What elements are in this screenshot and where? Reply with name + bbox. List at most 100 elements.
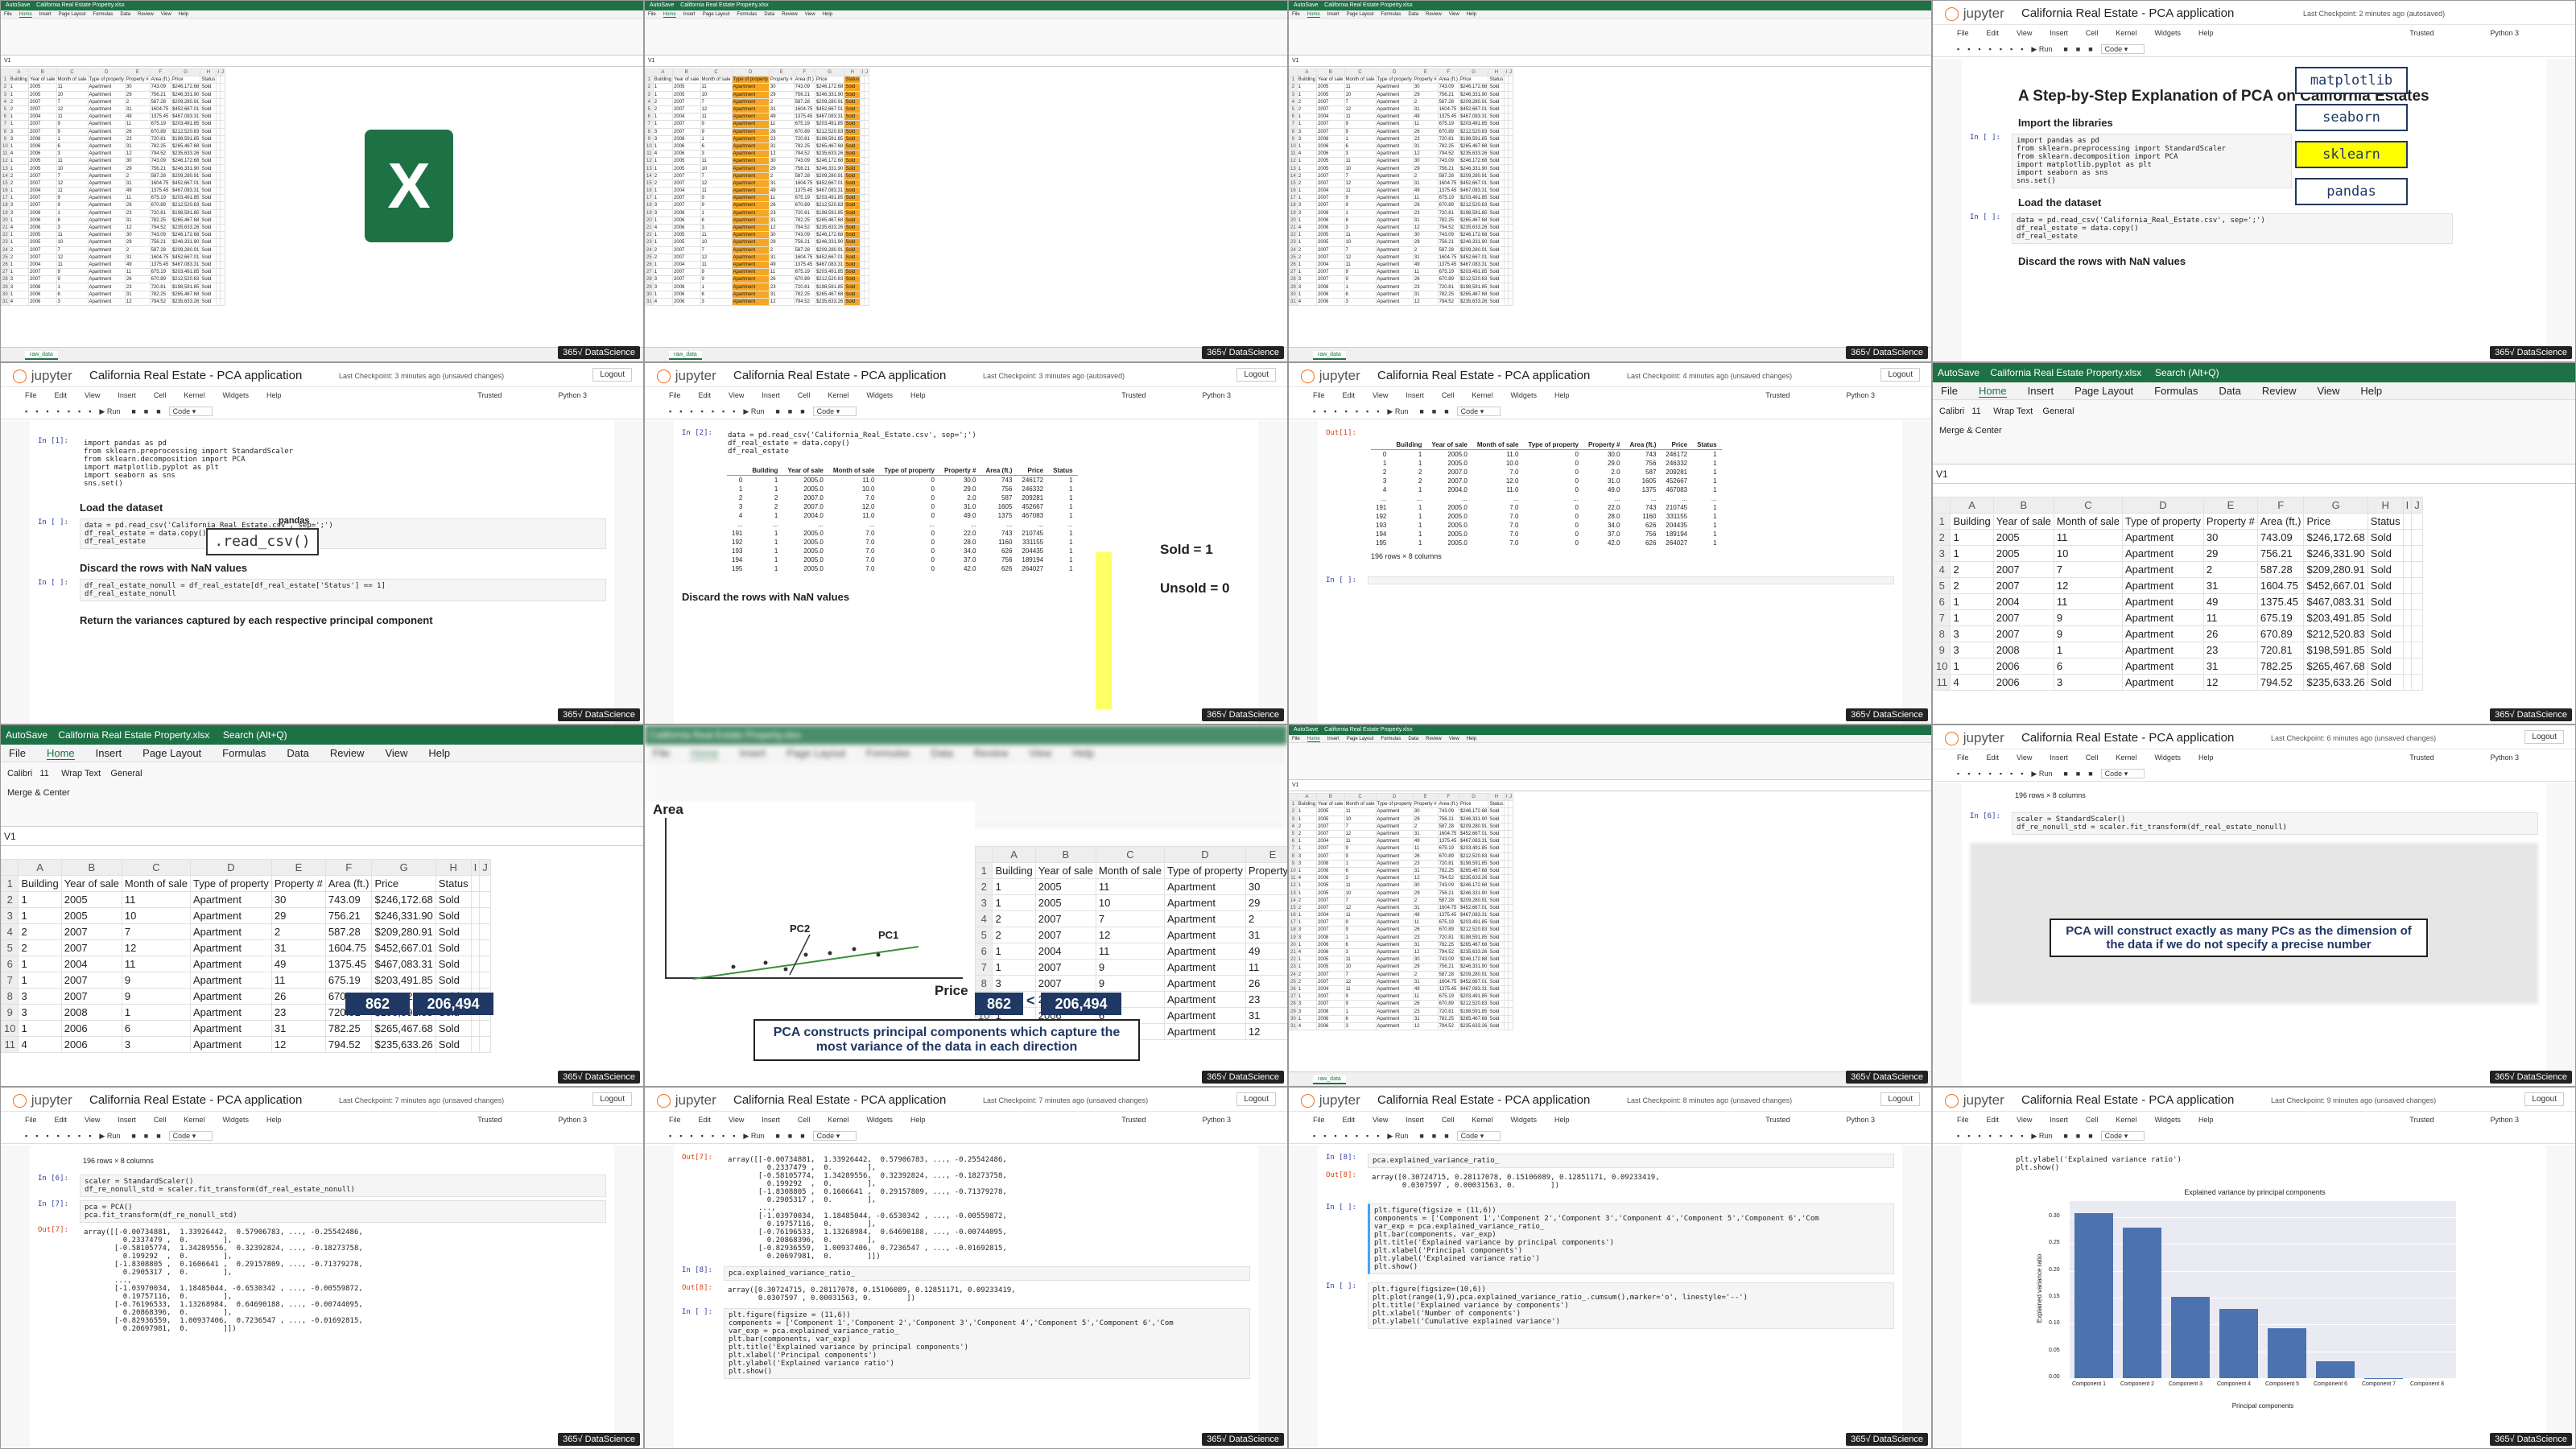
excel-grid[interactable]: A B C D E F G H I J 1 Building Year of sale Month of …: [1, 859, 643, 1086]
data-cell[interactable]: 2006: [672, 290, 701, 299]
data-cell[interactable]: 31: [124, 142, 151, 151]
data-cell[interactable]: 2005: [1316, 238, 1345, 247]
data-cell[interactable]: 11: [1412, 919, 1439, 927]
run-button[interactable]: ▶ Run: [2031, 770, 2052, 778]
data-cell[interactable]: 1604.75: [1437, 179, 1459, 188]
data-cell[interactable]: 31: [1412, 977, 1439, 986]
data-cell[interactable]: 2006: [1316, 1014, 1345, 1023]
data-cell[interactable]: $452,667.01: [1458, 179, 1489, 188]
row-header[interactable]: 27: [1, 268, 10, 277]
data-cell[interactable]: Sold: [1488, 179, 1505, 188]
header-cell[interactable]: Building: [1296, 800, 1318, 809]
data-cell[interactable]: 7: [1344, 970, 1377, 979]
row-header[interactable]: 29: [1289, 283, 1298, 291]
cell[interactable]: [2402, 625, 2413, 642]
data-cell[interactable]: 1375.45: [793, 260, 815, 270]
data-cell[interactable]: 1: [1950, 609, 1994, 626]
column-header[interactable]: C: [1344, 793, 1377, 802]
data-cell[interactable]: Sold: [435, 1036, 472, 1053]
row-header[interactable]: 26: [1289, 260, 1298, 270]
data-cell[interactable]: 2004: [1316, 113, 1345, 122]
cell[interactable]: [1508, 246, 1513, 254]
data-cell[interactable]: 12: [1344, 105, 1377, 114]
data-cell[interactable]: 720.81: [793, 134, 815, 143]
row-header[interactable]: 9: [1, 134, 10, 143]
data-cell[interactable]: 11: [1412, 844, 1439, 853]
data-cell[interactable]: 29: [270, 907, 326, 924]
cell[interactable]: [1508, 1000, 1513, 1009]
data-cell[interactable]: Sold: [1488, 120, 1505, 129]
data-cell[interactable]: $246,172.68: [814, 231, 845, 240]
data-cell[interactable]: $203,491.85: [1458, 993, 1489, 1001]
ribbon-tab-home[interactable]: Home: [663, 12, 676, 18]
data-cell[interactable]: 2007: [28, 97, 57, 106]
row-header[interactable]: 5: [975, 927, 993, 943]
data-cell[interactable]: 2005: [1316, 157, 1345, 166]
cell[interactable]: [470, 923, 481, 940]
move-down-button[interactable]: ▪: [2021, 1132, 2023, 1140]
data-cell[interactable]: $467,083.31: [814, 113, 845, 122]
row-header[interactable]: 14: [1289, 896, 1298, 905]
data-cell[interactable]: 4: [1296, 1022, 1318, 1031]
data-cell[interactable]: 4: [652, 150, 674, 159]
row-header[interactable]: 7: [1289, 844, 1298, 853]
data-cell[interactable]: Apartment: [87, 179, 126, 188]
data-cell[interactable]: 23: [1412, 933, 1439, 942]
data-cell[interactable]: Sold: [1488, 940, 1505, 949]
data-cell[interactable]: 31: [1412, 253, 1439, 262]
column-header[interactable]: J: [1508, 793, 1513, 802]
data-cell[interactable]: 31: [768, 179, 795, 188]
data-cell[interactable]: Apartment: [1163, 943, 1246, 960]
data-cell[interactable]: 4: [18, 1036, 62, 1053]
cell-type-select[interactable]: Code ▾: [1456, 1131, 1501, 1141]
data-cell[interactable]: $246,172.68: [1458, 157, 1489, 166]
data-cell[interactable]: 10: [1344, 90, 1377, 99]
data-cell[interactable]: 3: [1344, 1022, 1377, 1031]
data-cell[interactable]: Apartment: [1375, 238, 1414, 247]
data-cell[interactable]: Apartment: [731, 290, 770, 299]
cell[interactable]: [479, 972, 491, 989]
data-cell[interactable]: 1375.45: [149, 260, 171, 270]
data-cell[interactable]: $246,331.90: [1458, 889, 1489, 898]
data-cell[interactable]: 6: [56, 290, 89, 299]
data-cell[interactable]: 49: [768, 186, 795, 196]
cell[interactable]: [2411, 561, 2423, 578]
row-header[interactable]: 1: [1, 76, 10, 85]
data-cell[interactable]: 12: [1412, 150, 1439, 159]
data-cell[interactable]: 1: [652, 142, 674, 151]
cell[interactable]: [864, 216, 869, 225]
data-cell[interactable]: 2008: [1992, 642, 2054, 658]
data-cell[interactable]: 7: [1344, 246, 1377, 254]
data-cell[interactable]: 2007: [1316, 127, 1345, 136]
cell[interactable]: [1508, 800, 1513, 809]
header-cell[interactable]: Status: [435, 875, 472, 892]
data-cell[interactable]: Sold: [200, 275, 217, 284]
column-header[interactable]: D: [189, 859, 272, 876]
data-cell[interactable]: 675.19: [324, 972, 373, 989]
data-cell[interactable]: 11: [56, 83, 89, 92]
data-cell[interactable]: $198,591.85: [814, 208, 845, 217]
data-cell[interactable]: 10: [56, 238, 89, 247]
data-cell[interactable]: Apartment: [189, 1004, 272, 1021]
data-cell[interactable]: 3: [1296, 134, 1318, 143]
data-cell[interactable]: Apartment: [1375, 822, 1414, 831]
data-cell[interactable]: 1: [56, 283, 89, 291]
header-cell[interactable]: Status: [200, 76, 217, 85]
add-cell-button[interactable]: ▪: [35, 407, 38, 415]
data-cell[interactable]: Sold: [2367, 609, 2404, 626]
logout-button[interactable]: Logout: [2524, 1092, 2564, 1106]
data-cell[interactable]: Sold: [844, 105, 861, 114]
column-header[interactable]: B: [1034, 846, 1096, 863]
data-cell[interactable]: 4: [8, 297, 30, 307]
cell[interactable]: [2411, 577, 2423, 594]
data-cell[interactable]: 3: [1296, 201, 1318, 210]
data-cell[interactable]: 2007: [1992, 609, 2054, 626]
data-cell[interactable]: $212,520.83: [1458, 1000, 1489, 1009]
column-header[interactable]: A: [18, 859, 62, 876]
data-cell[interactable]: 587.28: [1437, 970, 1459, 979]
data-cell[interactable]: 9: [1344, 1000, 1377, 1009]
menu-insert[interactable]: Insert: [1406, 391, 1424, 399]
column-header[interactable]: H: [1488, 793, 1505, 802]
data-cell[interactable]: 30: [124, 83, 151, 92]
menu-widgets[interactable]: Widgets: [866, 1116, 893, 1124]
